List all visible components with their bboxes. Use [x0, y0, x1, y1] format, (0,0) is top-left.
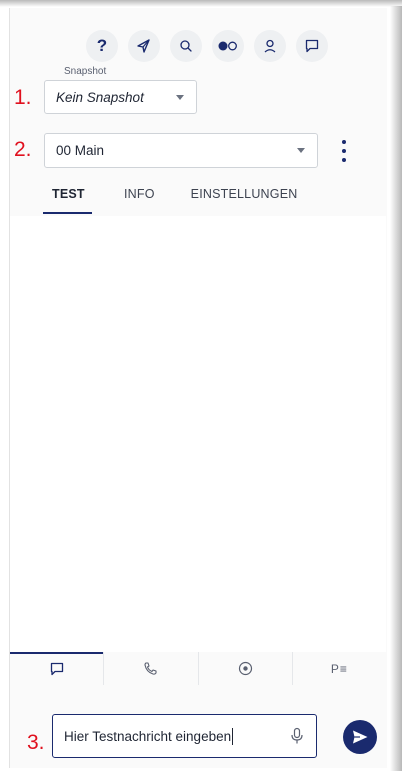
snapshot-value: Kein Snapshot — [56, 89, 144, 105]
tab-info[interactable]: INFO — [110, 180, 169, 214]
search-button[interactable] — [170, 30, 202, 62]
bottom-navigation: P≡ — [10, 652, 386, 685]
app-window: ? 1. Snapshot Kein Snapshot 2. 00 Main T… — [0, 0, 402, 771]
help-button[interactable]: ? — [86, 30, 118, 62]
nav-record[interactable] — [199, 652, 293, 685]
parameter-menu-icon: P≡ — [330, 661, 348, 676]
test-message-text: Hier Testnachricht eingeben — [64, 728, 232, 744]
more-options-icon[interactable] — [338, 138, 350, 164]
chevron-down-icon — [176, 94, 184, 100]
nav-parameters[interactable]: P≡ — [293, 652, 386, 685]
record-icon — [238, 661, 252, 676]
chevron-down-icon — [297, 148, 305, 153]
user-icon — [264, 39, 276, 53]
flow-value: 00 Main — [56, 143, 105, 158]
phone-icon — [144, 662, 157, 675]
toggle-icon — [218, 41, 237, 51]
window-shadow-right — [390, 6, 402, 771]
window-shadow-top — [0, 0, 402, 7]
tab-einstellungen[interactable]: EINSTELLUNGEN — [179, 180, 310, 214]
send-button[interactable] — [343, 720, 377, 754]
compass-icon — [137, 39, 150, 53]
navigate-button[interactable] — [128, 30, 160, 62]
top-toolbar: ? — [86, 30, 362, 62]
text-cursor — [232, 727, 234, 745]
flow-select[interactable]: 00 Main — [44, 133, 318, 168]
annotation-number-1: 1. — [14, 86, 32, 109]
snapshot-label: Snapshot — [64, 66, 107, 77]
snapshot-select[interactable]: Kein Snapshot — [44, 80, 197, 114]
annotation-number-3: 3. — [27, 731, 45, 754]
annotation-number-2: 2. — [14, 138, 32, 161]
user-button[interactable] — [254, 30, 286, 62]
tab-test[interactable]: TEST — [40, 180, 95, 214]
help-icon: ? — [96, 36, 108, 55]
search-icon — [180, 40, 192, 52]
chat-button[interactable] — [296, 30, 328, 62]
chat-icon — [305, 39, 319, 53]
microphone-icon[interactable] — [290, 727, 304, 745]
nav-chat[interactable] — [10, 652, 105, 685]
toggle-button[interactable] — [212, 30, 244, 62]
chat-icon — [50, 662, 63, 675]
test-message-input[interactable]: Hier Testnachricht eingeben — [52, 714, 317, 758]
nav-phone[interactable] — [104, 652, 199, 685]
tab-bar: TEST INFO EINSTELLUNGEN — [40, 180, 309, 214]
send-icon — [353, 730, 368, 744]
test-chat-area — [10, 216, 386, 652]
